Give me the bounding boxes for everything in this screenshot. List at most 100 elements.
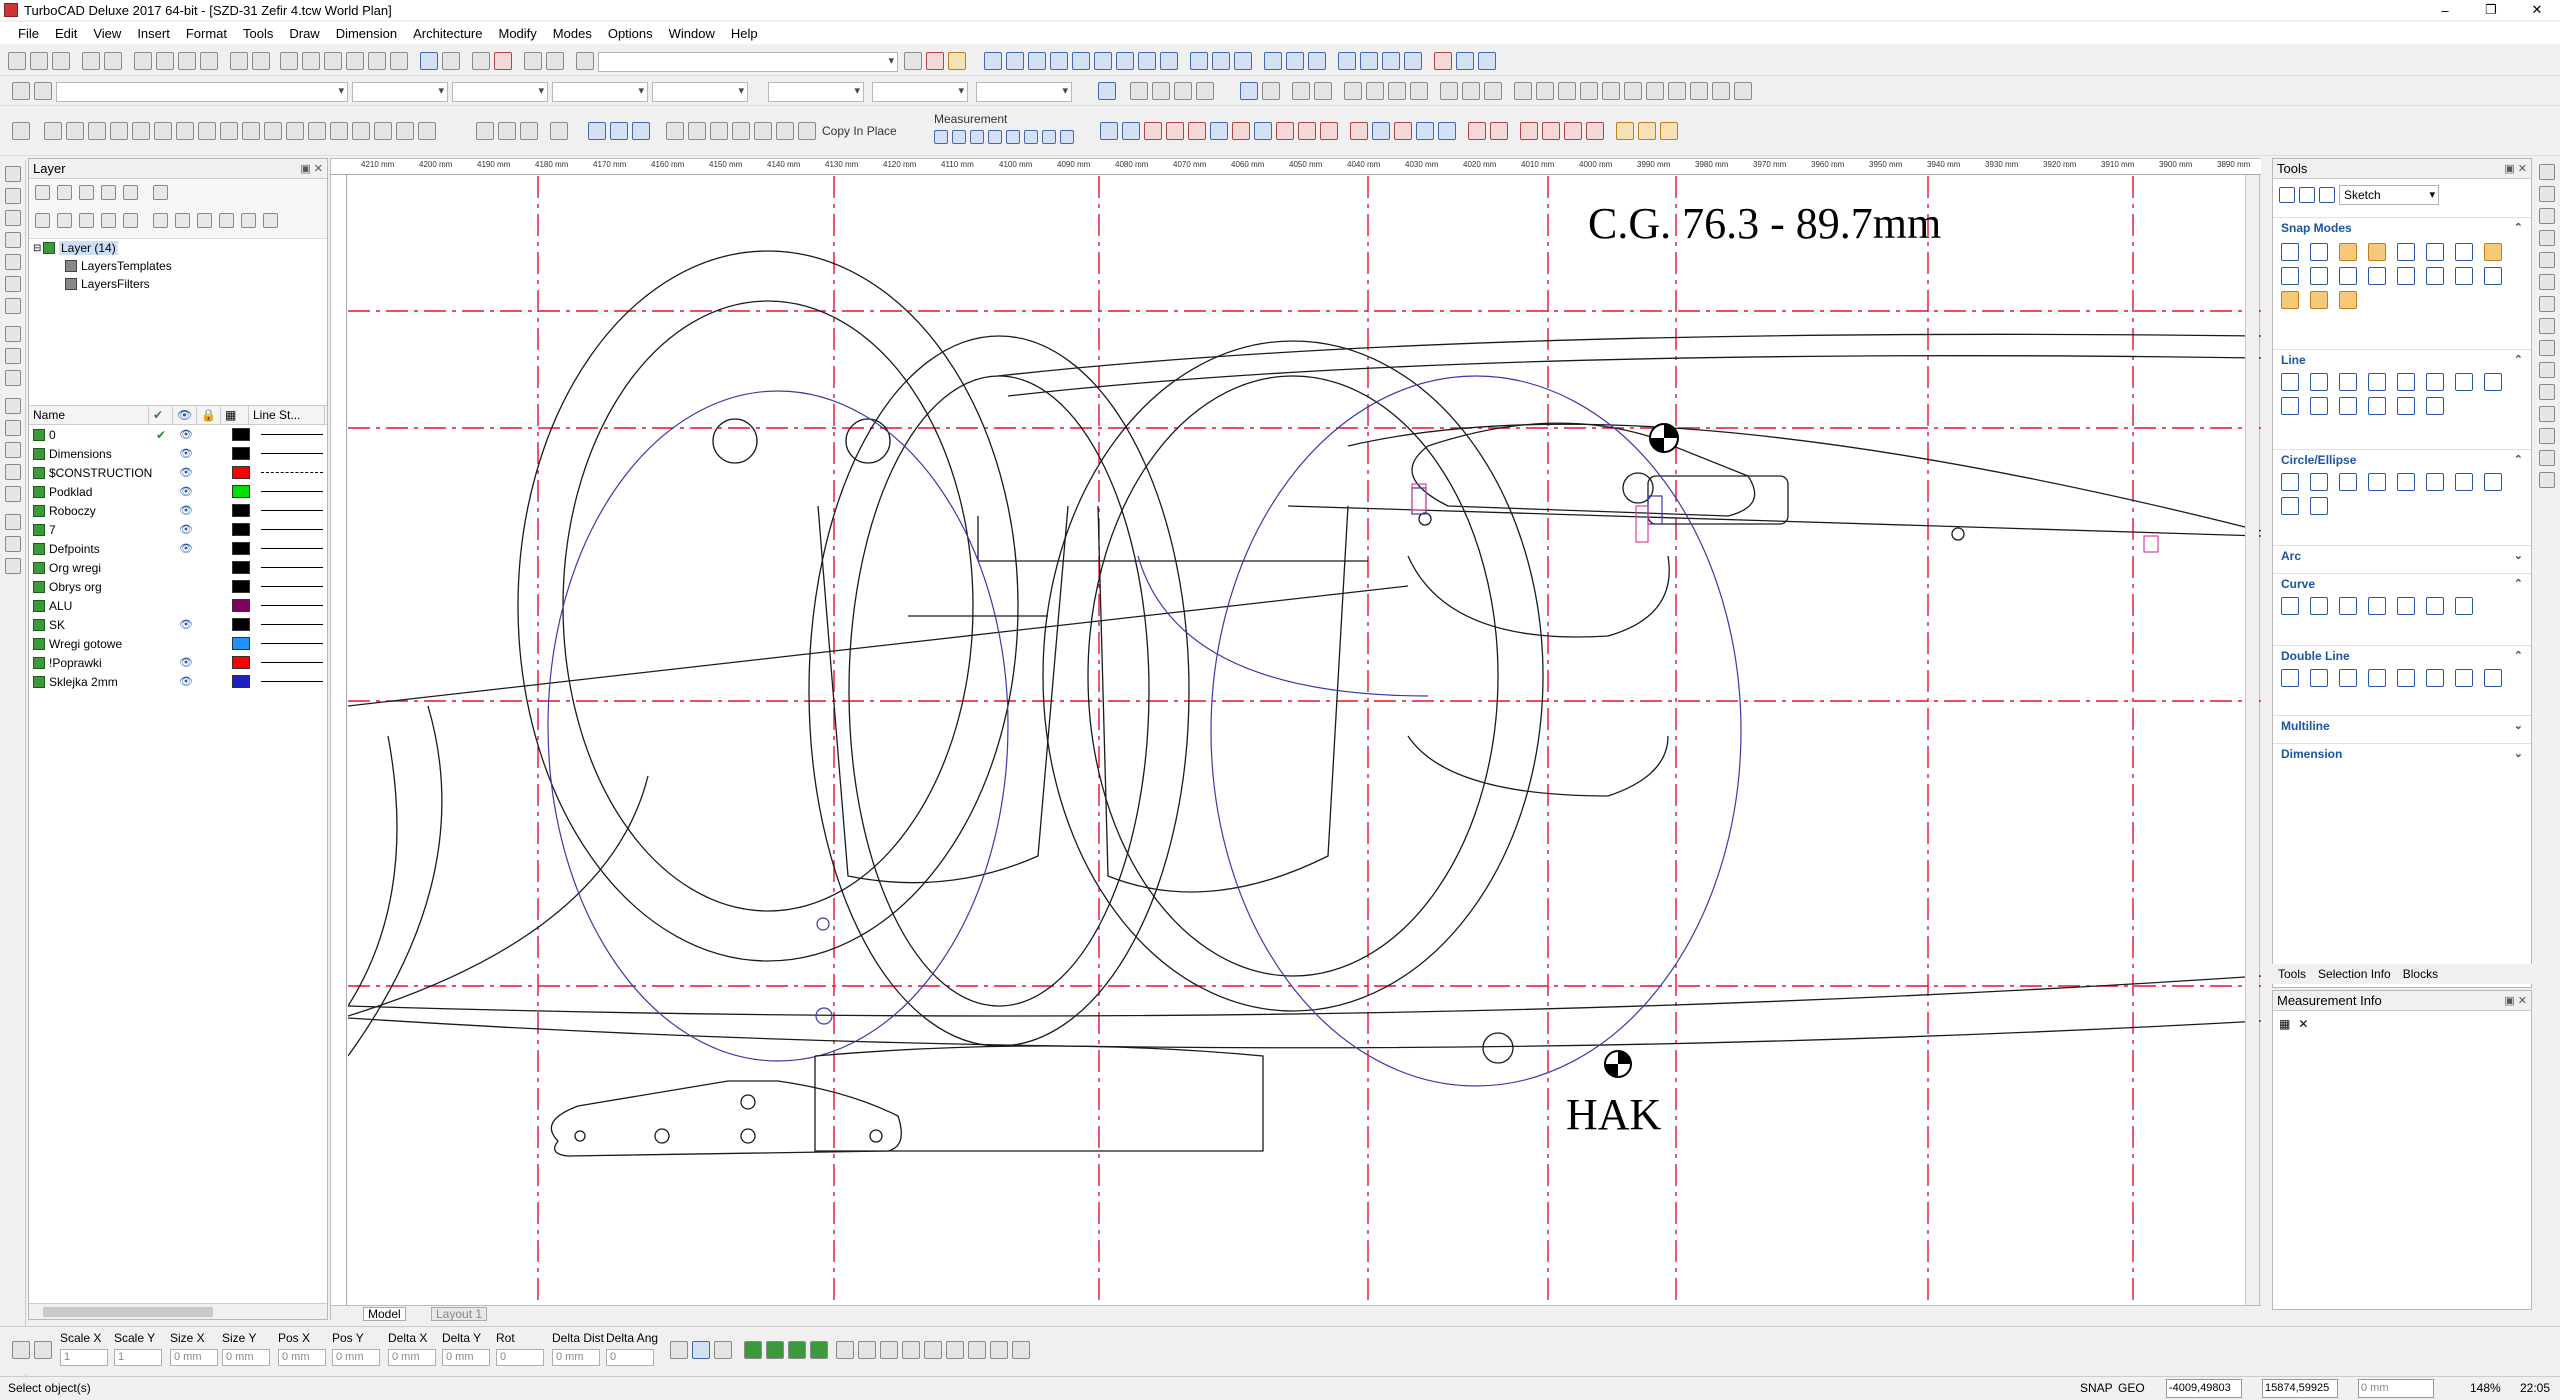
3d-torus-icon[interactable] [110,122,128,140]
section-arc[interactable]: Arc ⌄ [2273,545,2531,565]
tool-button-icon[interactable] [2310,397,2328,415]
menu-insert[interactable]: Insert [129,26,178,41]
tool-button-icon[interactable] [2397,397,2415,415]
layer-filter-icon[interactable] [79,185,94,200]
snap-8-icon[interactable] [1138,52,1156,70]
3d-loft-icon[interactable] [220,122,238,140]
menu-help[interactable]: Help [723,26,766,41]
tool-button-icon[interactable] [2426,243,2444,261]
section-multiline[interactable]: Multiline ⌄ [2273,715,2531,735]
print-icon[interactable] [82,52,100,70]
modify-2-icon[interactable] [1152,82,1170,100]
gear-icon[interactable] [12,82,30,100]
layer-row[interactable]: Sklejka 2mm 👁 [29,672,327,691]
layer-color-swatch[interactable] [232,542,250,555]
print-preview-icon[interactable] [104,52,122,70]
draw-3-icon[interactable] [1144,122,1162,140]
mode-combo[interactable]: Sketch ▾ [2339,185,2439,205]
tool-button-icon[interactable] [2281,267,2299,285]
snap-indicator[interactable]: SNAP [2080,1381,2113,1395]
tool-button-icon[interactable] [2339,291,2357,309]
right-tool-10-icon[interactable] [2539,362,2555,378]
fill-icon[interactable] [1098,82,1116,100]
tool-button-icon[interactable] [2484,267,2502,285]
render-4-icon[interactable] [550,122,568,140]
tool-button-icon[interactable] [2281,473,2299,491]
visible-eye-icon[interactable]: 👁 [179,485,193,498]
col-current-icon[interactable]: ✔ [149,405,173,425]
tools-pin-close-icon[interactable]: ▣ ✕ [2504,162,2527,175]
3d-shell-icon[interactable] [264,122,282,140]
col-name[interactable]: Name [29,405,149,425]
layer-tool-icon[interactable] [5,514,21,530]
drawing-canvas[interactable]: C.G. 76.3 - 89.7mm HAK [347,176,2262,1304]
draw-2-icon[interactable] [1122,122,1140,140]
layer-set-current-icon[interactable] [79,213,94,228]
layer-row[interactable]: 0 ✔ 👁 [29,425,327,444]
3d-revolve-icon[interactable] [198,122,216,140]
measure-3-icon[interactable] [970,130,984,144]
tool-button-icon[interactable] [2339,373,2357,391]
snap-15-icon[interactable] [1308,52,1326,70]
measure-7-icon[interactable] [1042,130,1056,144]
font-combo[interactable] [768,82,864,102]
tool-button-icon[interactable] [2426,267,2444,285]
snap-mode-3-icon[interactable] [788,1341,806,1359]
layer-visible-icon[interactable] [197,213,212,228]
select-mode-1-icon[interactable] [670,1341,688,1359]
measure-4-icon[interactable] [988,130,1002,144]
layer-color-swatch[interactable] [232,637,250,650]
extra-8-icon[interactable] [990,1341,1008,1359]
3d-slice-icon[interactable] [396,122,414,140]
tool-button-icon[interactable] [2368,243,2386,261]
tool-button-icon[interactable] [2281,397,2299,415]
layer-linestyle[interactable] [261,529,323,530]
snap-13-icon[interactable] [1264,52,1282,70]
inspector-field[interactable]: 1 [114,1349,162,1366]
font-size-combo[interactable] [872,82,968,102]
visible-eye-icon[interactable]: 👁 [179,618,193,631]
tool-button-icon[interactable] [2310,497,2328,515]
measure-6-icon[interactable] [1024,130,1038,144]
menu-edit[interactable]: Edit [47,26,85,41]
tool-button-icon[interactable] [2426,397,2444,415]
draw-16-icon[interactable] [1438,122,1456,140]
light-1-icon[interactable] [588,122,606,140]
redo-icon[interactable] [252,52,270,70]
snap-7-icon[interactable] [1116,52,1134,70]
render-1-icon[interactable] [476,122,494,140]
draw-8-icon[interactable] [1254,122,1272,140]
block-3-icon[interactable] [710,122,728,140]
snap-mode-2-icon[interactable] [766,1341,784,1359]
layer-color-swatch[interactable] [232,485,250,498]
new-file-icon[interactable] [8,52,26,70]
zoom-previous-icon[interactable] [368,52,386,70]
workplane-icon[interactable] [524,52,542,70]
layer-linestyle[interactable] [261,491,323,492]
select-2-icon[interactable] [1262,82,1280,100]
3d-fillet-icon[interactable] [286,122,304,140]
3d-cyl-icon[interactable] [66,122,84,140]
layer-color-swatch[interactable] [232,675,250,688]
close-button[interactable]: ✕ [2514,0,2560,20]
tool-button-icon[interactable] [2484,243,2502,261]
layer-color-swatch[interactable] [232,656,250,669]
menu-tools[interactable]: Tools [235,26,281,41]
measure-grid-icon[interactable]: ▦ [2279,1017,2290,1031]
tool-button-icon[interactable] [2455,669,2473,687]
menu-view[interactable]: View [85,26,129,41]
join-icon[interactable] [1410,82,1428,100]
snap-mode-1-icon[interactable] [744,1341,762,1359]
geo-indicator[interactable]: GEO [2118,1381,2145,1395]
3d-tool-icon[interactable] [5,420,21,436]
layer-up-icon[interactable] [153,213,168,228]
paste-icon[interactable] [178,52,196,70]
draw-5-icon[interactable] [1188,122,1206,140]
tool-button-icon[interactable] [2310,473,2328,491]
copy-2-icon[interactable] [1462,82,1480,100]
draw-21-icon[interactable] [1564,122,1582,140]
cut-2-icon[interactable] [1440,82,1458,100]
right-tool-8-icon[interactable] [2539,318,2555,334]
inspector-field[interactable]: 0 mm [442,1349,490,1366]
section-curve[interactable]: Curve ⌃ [2273,573,2531,593]
